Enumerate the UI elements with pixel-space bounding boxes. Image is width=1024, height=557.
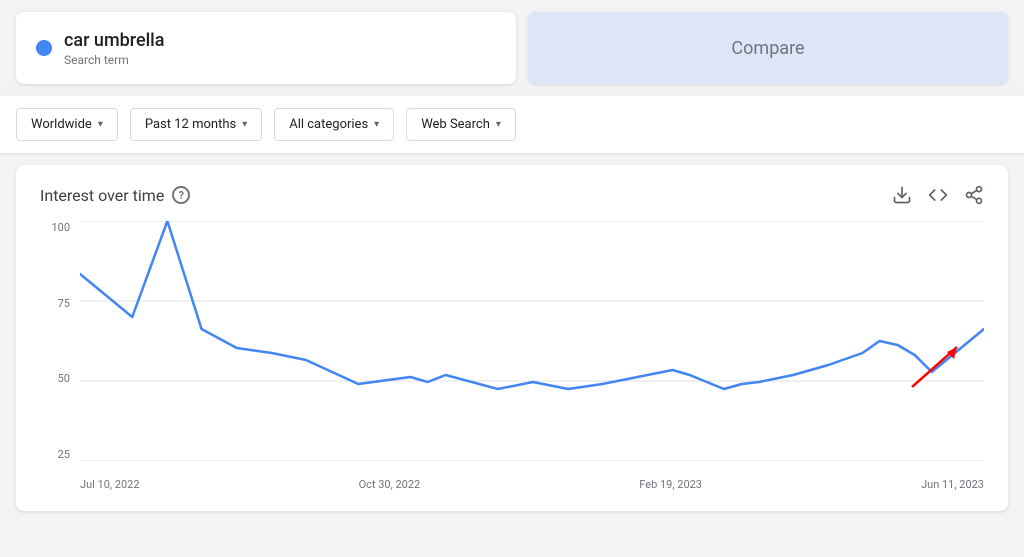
search-type-filter[interactable]: Web Search ▾ bbox=[406, 108, 516, 141]
y-label-50: 50 bbox=[58, 372, 70, 385]
search-term-text: car umbrella Search term bbox=[64, 30, 164, 67]
filters-bar: Worldwide ▾ Past 12 months ▾ All categor… bbox=[0, 96, 1024, 153]
compare-card[interactable]: Compare bbox=[528, 12, 1008, 84]
region-chevron-icon: ▾ bbox=[98, 119, 103, 130]
category-chevron-icon: ▾ bbox=[374, 119, 379, 130]
arrow-annotation bbox=[902, 337, 972, 401]
search-type-filter-label: Web Search bbox=[421, 117, 490, 132]
chart-title-row: Interest over time ? bbox=[40, 186, 190, 205]
time-filter-label: Past 12 months bbox=[145, 117, 236, 132]
y-label-25: 25 bbox=[58, 448, 70, 461]
x-label-jul: Jul 10, 2022 bbox=[80, 478, 140, 491]
chart-actions bbox=[892, 185, 984, 205]
search-term-card: car umbrella Search term bbox=[16, 12, 516, 84]
x-label-feb: Feb 19, 2023 bbox=[639, 478, 702, 491]
category-filter-label: All categories bbox=[289, 117, 368, 132]
compare-label: Compare bbox=[731, 38, 804, 59]
chart-header: Interest over time ? bbox=[40, 185, 984, 205]
trend-line-svg-container bbox=[80, 221, 984, 461]
embed-icon[interactable] bbox=[928, 185, 948, 205]
search-term-dot bbox=[36, 40, 52, 56]
search-term-label: Search term bbox=[64, 53, 164, 67]
chart-section: Interest over time ? bbox=[16, 165, 1008, 511]
region-filter[interactable]: Worldwide ▾ bbox=[16, 108, 118, 141]
x-label-jun: Jun 11, 2023 bbox=[921, 478, 984, 491]
time-chevron-icon: ▾ bbox=[242, 119, 247, 130]
x-label-oct: Oct 30, 2022 bbox=[359, 478, 421, 491]
trend-svg bbox=[80, 221, 984, 461]
chart-title: Interest over time bbox=[40, 186, 164, 205]
time-filter[interactable]: Past 12 months ▾ bbox=[130, 108, 262, 141]
trend-polyline bbox=[80, 221, 984, 389]
y-label-100: 100 bbox=[51, 221, 70, 234]
help-icon[interactable]: ? bbox=[172, 186, 190, 204]
chart-area: 100 75 50 25 bbox=[40, 221, 984, 491]
search-term-title: car umbrella bbox=[64, 30, 164, 51]
share-icon[interactable] bbox=[964, 185, 984, 205]
region-filter-label: Worldwide bbox=[31, 117, 92, 132]
search-type-chevron-icon: ▾ bbox=[496, 119, 501, 130]
download-icon[interactable] bbox=[892, 185, 912, 205]
category-filter[interactable]: All categories ▾ bbox=[274, 108, 394, 141]
top-section: car umbrella Search term Compare bbox=[0, 0, 1024, 96]
y-label-75: 75 bbox=[58, 297, 70, 310]
x-axis-labels: Jul 10, 2022 Oct 30, 2022 Feb 19, 2023 J… bbox=[80, 478, 984, 491]
arrow-svg bbox=[902, 337, 972, 397]
